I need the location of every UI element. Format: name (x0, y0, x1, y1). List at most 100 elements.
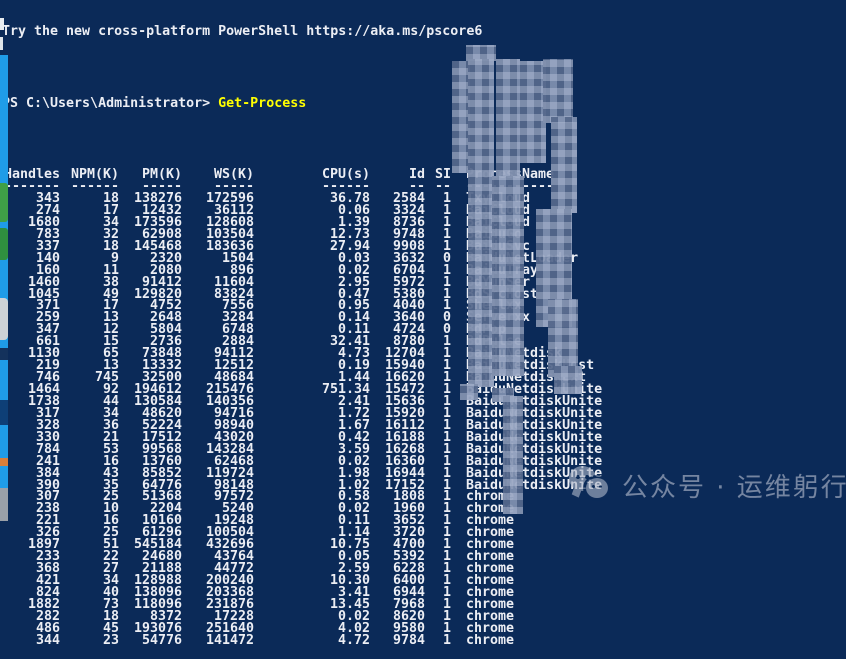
col-ws: 141472 (182, 635, 254, 647)
desktop-icon-fragment[interactable] (0, 348, 8, 360)
col-processname: chrome (466, 611, 514, 623)
desktop-background (0, 55, 8, 521)
table-row: 32625612961005041.1437201chrome (2, 527, 846, 539)
col-npm: 22 (60, 551, 119, 563)
col-cpu: 2.59 (254, 563, 370, 575)
col-npm: 18 (60, 611, 119, 623)
desktop-edge-strip (0, 0, 8, 521)
col-pm: 10160 (119, 515, 182, 527)
col-cpu: 4.72 (254, 635, 370, 647)
desktop-icon-fragment[interactable] (0, 298, 8, 340)
table-row: 18975154518443269610.7547001chrome (2, 539, 846, 551)
col-ws: 100504 (182, 527, 254, 539)
col-handles: 824 (2, 587, 60, 599)
col-handles: 1882 (2, 599, 60, 611)
col-npm: 23 (60, 635, 119, 647)
col-processname: chrome (466, 515, 514, 527)
col-pm: 193076 (119, 623, 182, 635)
col-ws: 432696 (182, 539, 254, 551)
col-npm: 45 (60, 623, 119, 635)
prompt-path: PS C:\Users\Administrator> (2, 96, 218, 111)
col-handles: 326 (2, 527, 60, 539)
col-si: 1 (425, 575, 451, 587)
col-id: 5392 (370, 551, 425, 563)
col-npm: 34 (60, 575, 119, 587)
table-row: 2211610160192480.1136521chrome (2, 515, 846, 527)
col-si: 1 (425, 527, 451, 539)
col-pm: 118096 (119, 599, 182, 611)
col-cpu: 0.05 (254, 551, 370, 563)
col-cpu: 0.11 (254, 515, 370, 527)
desktop-icon-fragment[interactable] (0, 400, 8, 425)
col-npm: 51 (60, 539, 119, 551)
col-processname: chrome (466, 551, 514, 563)
col-si: 1 (425, 611, 451, 623)
table-row: 2332224680437640.0553921 chrome (2, 551, 846, 563)
watermark-label: 公众号 · 运维躬行录 (622, 467, 846, 504)
col-handles: 486 (2, 623, 60, 635)
col-pm: 54776 (119, 635, 182, 647)
process-table: HandlesNPM(K)PM(K)WS(K)CPU(s)IdSIProcess… (2, 169, 846, 647)
desktop-icon-fragment[interactable] (0, 458, 8, 466)
banner-line: Try the new cross-platform PowerShell ht… (2, 26, 846, 38)
screenshot-root: { "terminal": { "banner": "Try the new c… (0, 0, 846, 521)
col-si: 1 (425, 635, 451, 647)
col-handles: 221 (2, 515, 60, 527)
prompt-line: PS C:\Users\Administrator> Get-Process (2, 98, 846, 110)
col-id: 4700 (370, 539, 425, 551)
col-si: 1 (425, 539, 451, 551)
col-cpu: 13.45 (254, 599, 370, 611)
col-id: 8620 (370, 611, 425, 623)
col-processname: chrome (466, 563, 514, 575)
col-id: 3720 (370, 527, 425, 539)
col-processname: chrome (466, 623, 514, 635)
col-ws: 43764 (182, 551, 254, 563)
col-ws: 19248 (182, 515, 254, 527)
col-processname: chrome (466, 635, 514, 647)
col-handles: 282 (2, 611, 60, 623)
col-id: 6400 (370, 575, 425, 587)
col-si: 1 (425, 551, 451, 563)
taskbar-fragment (0, 488, 8, 521)
desktop-icon-fragment[interactable] (0, 228, 8, 260)
col-handles: 233 (2, 551, 60, 563)
col-cpu: 10.30 (254, 575, 370, 587)
col-npm: 40 (60, 587, 119, 599)
desktop-icon-fragment[interactable] (0, 37, 3, 50)
col-si: 1 (425, 587, 451, 599)
desktop-icon-fragment[interactable] (0, 18, 4, 30)
col-ws: 203368 (182, 587, 254, 599)
col-ws: 251640 (182, 623, 254, 635)
table-row: 3682721188447722.5962281chrome (2, 563, 846, 575)
col-handles: 368 (2, 563, 60, 575)
table-row: 486451930762516404.0295801chrome (2, 623, 846, 635)
col-pm: 24680 (119, 551, 182, 563)
table-row: 4213412898820024010.3064001chrome (2, 575, 846, 587)
col-npm: 27 (60, 563, 119, 575)
col-cpu: 3.41 (254, 587, 370, 599)
col-id: 6228 (370, 563, 425, 575)
col-cpu: 10.75 (254, 539, 370, 551)
desktop-icon-fragment[interactable] (0, 183, 8, 222)
col-pm: 61296 (119, 527, 182, 539)
col-npm: 25 (60, 527, 119, 539)
col-pm: 138096 (119, 587, 182, 599)
col-handles: 344 (2, 635, 60, 647)
col-id: 7968 (370, 599, 425, 611)
col-pm: 21188 (119, 563, 182, 575)
col-si: 1 (425, 563, 451, 575)
col-processname: chrome (466, 587, 514, 599)
col-npm: 73 (60, 599, 119, 611)
table-row: 824401380962033683.4169441chrome (2, 587, 846, 599)
col-si: 1 (425, 599, 451, 611)
col-processname: chrome (466, 527, 514, 539)
col-ws: 200240 (182, 575, 254, 587)
col-cpu: 0.02 (254, 611, 370, 623)
powershell-terminal[interactable]: Try the new cross-platform PowerShell ht… (2, 2, 846, 521)
table-row: 282188372172280.0286201chrome (2, 611, 846, 623)
col-id: 9784 (370, 635, 425, 647)
col-handles: 421 (2, 575, 60, 587)
col-si: 1 (425, 623, 451, 635)
watermark: 公众号 · 运维躬行录 (569, 465, 846, 505)
col-ws: 231876 (182, 599, 254, 611)
